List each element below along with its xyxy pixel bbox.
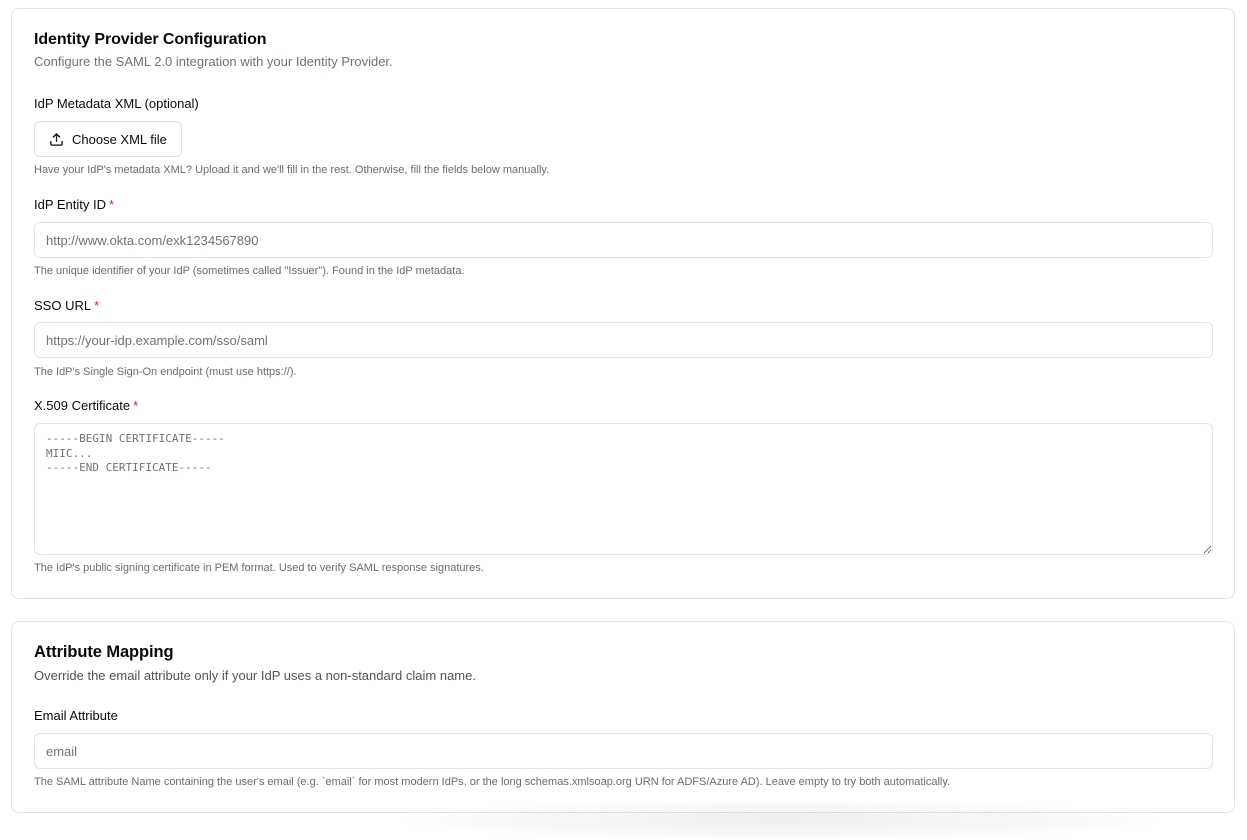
- sso-url-hint: The IdP's Single Sign-On endpoint (must …: [34, 366, 297, 378]
- email-attribute-input[interactable]: [34, 733, 1213, 769]
- entity-id-hint: The unique identifier of your IdP (somet…: [34, 265, 465, 277]
- card-description: Override the email attribute only if you…: [34, 668, 476, 683]
- required-marker: *: [133, 398, 139, 413]
- sso-url-input[interactable]: [34, 322, 1213, 358]
- required-marker: *: [109, 197, 115, 212]
- card-title: Identity Provider Configuration: [34, 31, 267, 48]
- metadata-xml-label: IdP Metadata XML (optional): [34, 96, 199, 111]
- card-title: Attribute Mapping: [34, 643, 174, 661]
- idp-configuration-card: Identity Provider Configuration Configur…: [11, 8, 1235, 599]
- card-description: Configure the SAML 2.0 integration with …: [34, 54, 393, 69]
- choose-xml-file-label: Choose XML file: [72, 131, 167, 147]
- entity-id-input[interactable]: [34, 222, 1213, 258]
- sso-url-label: SSO URL *: [34, 298, 100, 313]
- certificate-label: X.509 Certificate *: [34, 398, 139, 413]
- choose-xml-file-button[interactable]: Choose XML file: [34, 121, 182, 157]
- email-attribute-label: Email Attribute: [34, 708, 118, 723]
- entity-id-label: IdP Entity ID *: [34, 197, 115, 212]
- metadata-xml-hint: Have your IdP's metadata XML? Upload it …: [34, 164, 550, 176]
- certificate-hint: The IdP's public signing certificate in …: [34, 562, 484, 574]
- certificate-textarea[interactable]: [34, 423, 1213, 555]
- required-marker: *: [94, 298, 100, 313]
- email-attribute-hint: The SAML attribute Name containing the u…: [34, 776, 951, 788]
- upload-icon: [50, 132, 63, 146]
- attribute-mapping-card: Attribute Mapping Override the email att…: [11, 621, 1235, 813]
